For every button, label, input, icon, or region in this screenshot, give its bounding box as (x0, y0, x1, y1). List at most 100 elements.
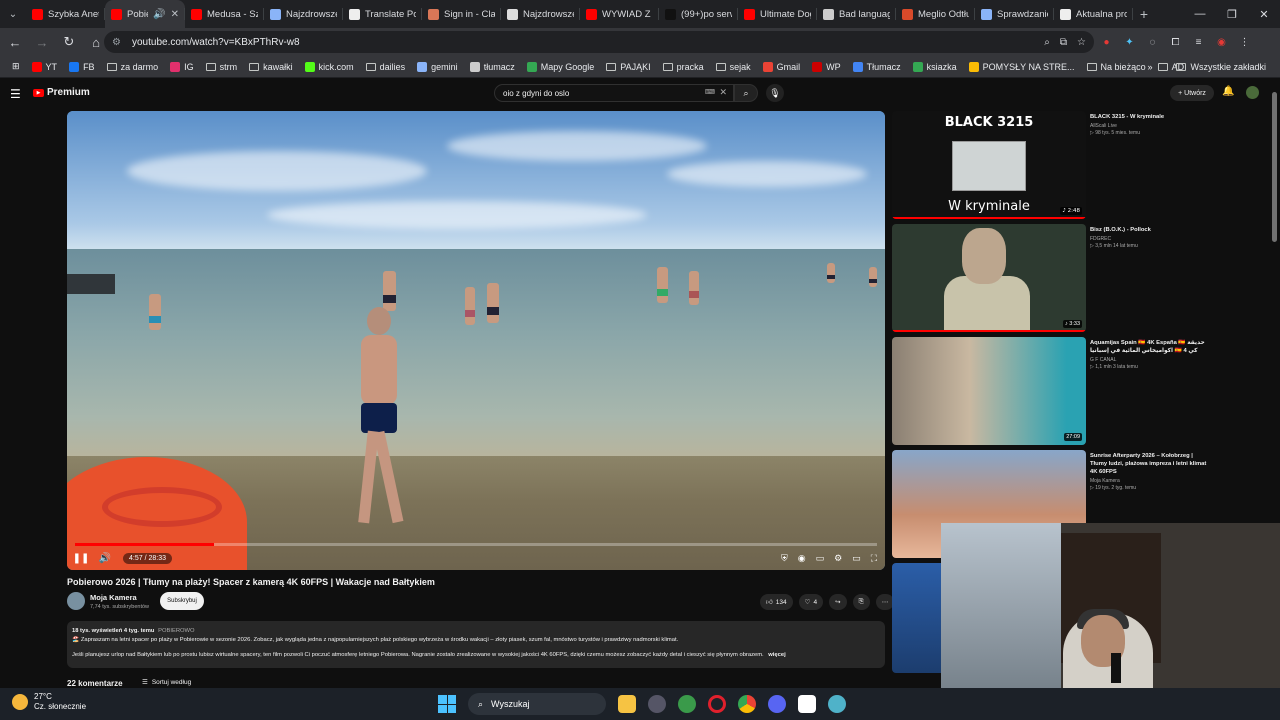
bookmark-item[interactable]: za darmo (101, 56, 165, 78)
tab-audio-icon[interactable]: 🔊 (153, 9, 165, 20)
globe-icon[interactable] (828, 695, 846, 713)
zoom-icon[interactable]: ⌕ (1044, 37, 1050, 48)
browser-tab[interactable]: Bad language (817, 0, 896, 28)
recommendation-channel[interactable]: Moja Kamera (1090, 478, 1210, 484)
more-bookmarks-icon[interactable]: » (1147, 62, 1152, 72)
bookmark-item[interactable]: tłumacz (464, 56, 521, 78)
volume-icon[interactable]: 🔊 (95, 549, 115, 569)
channel-name[interactable]: Moja Kamera (90, 593, 137, 602)
install-icon[interactable]: ⧉ (1060, 37, 1067, 48)
vpn-icon[interactable] (678, 695, 696, 713)
bookmark-item[interactable]: FB (63, 56, 101, 78)
recommendation-thumbnail[interactable]: ♪ 3:33 (892, 224, 1086, 332)
fullscreen-icon[interactable]: ⛶ (871, 553, 877, 564)
browser-tab[interactable]: Najzdrowsze (264, 0, 343, 28)
save-button[interactable]: ⎘ (852, 594, 870, 610)
tab-search-icon[interactable]: ⌄ (0, 0, 26, 28)
browser-tab[interactable]: Ultimate Dog (738, 0, 817, 28)
browser-tab[interactable]: Szybka Aneta (26, 0, 105, 28)
recommendation-thumbnail[interactable]: BLACK 3215 W kryminale ♪ 2:48 (892, 111, 1086, 219)
settings-icon[interactable]: ⚙ (834, 553, 842, 564)
bookmark-item[interactable]: Mapy Google (521, 56, 601, 78)
bookmark-item[interactable]: YT (26, 56, 64, 78)
reload-icon[interactable]: ↻ (57, 30, 81, 54)
recommendation-title[interactable]: Aquamijas Spain 🇪🇸 4K España 🇪🇸 حديقة اك… (1090, 339, 1210, 355)
dislike-button[interactable]: ♡ 4 (798, 594, 824, 610)
browser-tab[interactable]: WYWIAD Z M (580, 0, 659, 28)
account-avatar[interactable] (1246, 86, 1259, 99)
browser-tab[interactable]: Aktualna pro (1054, 0, 1133, 28)
bookmark-item[interactable]: kawałki (243, 56, 299, 78)
all-bookmarks-button[interactable]: Wszystkie zakładki (1170, 56, 1272, 78)
browser-tab[interactable]: Pobie 🔊 ✕ (105, 0, 185, 28)
ad-block-icon[interactable]: ⛨ (781, 553, 788, 564)
like-button[interactable]: 👍︎ 134 (760, 594, 793, 610)
record-extension-icon[interactable]: ● (1100, 36, 1113, 49)
back-icon[interactable]: ← (3, 30, 27, 54)
browser-tab[interactable]: Translate Pol (343, 0, 422, 28)
opera-icon[interactable] (708, 695, 726, 713)
video-description[interactable]: 18 tys. wyświetleń 4 tyg. temu POBIEROWO… (67, 621, 885, 668)
profile-icon[interactable]: ◉ (1215, 36, 1228, 49)
sort-comments-button[interactable]: ☰ Sortuj według (142, 678, 191, 687)
bookmark-item[interactable]: Tłumacz (847, 56, 907, 78)
video-progress-bar[interactable] (75, 543, 877, 546)
bookmark-item[interactable]: dailies (360, 56, 412, 78)
bookmark-item[interactable]: Gmail (757, 56, 807, 78)
pause-icon[interactable]: ❚❚ (71, 549, 91, 569)
bookmark-item[interactable]: IG (164, 56, 200, 78)
chrome-icon[interactable] (738, 695, 756, 713)
subtitles-icon[interactable]: ▭ (816, 553, 825, 564)
notes-icon[interactable] (798, 695, 816, 713)
share-button[interactable]: ↪ (829, 594, 847, 610)
search-input[interactable]: oio z gdyni do oslo ⌨ ✕ (494, 84, 734, 102)
bookmark-item[interactable]: sejak (710, 56, 757, 78)
theater-mode-icon[interactable]: ▭ (852, 553, 861, 564)
discord-icon[interactable] (768, 695, 786, 713)
channel-avatar[interactable] (67, 592, 85, 610)
bookmark-item[interactable]: gemini (411, 56, 464, 78)
minimize-icon[interactable]: — (1184, 0, 1216, 28)
browser-tab[interactable]: (99+)po serw (659, 0, 738, 28)
extension-icon[interactable]: ◌ (1146, 36, 1159, 49)
bookmark-item[interactable]: strm (200, 56, 244, 78)
recommendation-item[interactable]: ♪ 3:33 Bisz (B.O.K.) - Pollock FDGREC ▷ … (892, 224, 1272, 332)
hashtag[interactable]: POBIEROWO (158, 628, 194, 634)
youtube-logo[interactable]: ▶ Premium (33, 87, 90, 98)
windows-start-icon[interactable] (438, 695, 456, 713)
browser-tab[interactable]: Sign in - Clau (422, 0, 501, 28)
recommendation-item[interactable]: BLACK 3215 W kryminale ♪ 2:48 BLACK 3215… (892, 111, 1272, 219)
search-button[interactable]: ⌕ (734, 84, 758, 102)
menu-icon[interactable]: ☰ (10, 87, 21, 101)
taskbar-search[interactable]: ⌕ Wyszukaj (468, 693, 606, 715)
file-explorer-icon[interactable] (618, 695, 636, 713)
recommendation-thumbnail[interactable]: 27:09 (892, 337, 1086, 445)
browser-tab[interactable]: Medusa - Sza (185, 0, 264, 28)
bookmark-item[interactable]: WP (806, 56, 847, 78)
clear-search-icon[interactable]: ✕ (719, 87, 727, 98)
address-bar[interactable]: ⚙ youtube.com/watch?v=KBxPThRv-w8 ⌕ ⧉ ☆ (104, 31, 1094, 53)
apps-icon[interactable]: ⊞ (6, 56, 26, 78)
autoplay-toggle-icon[interactable]: ◉ (798, 553, 806, 564)
recommendation-item[interactable]: 27:09 Aquamijas Spain 🇪🇸 4K España 🇪🇸 حد… (892, 337, 1272, 445)
recommendation-channel[interactable]: AllScali Live (1090, 123, 1210, 129)
bookmark-item[interactable]: pracka (657, 56, 710, 78)
bookmark-item[interactable]: POMYSŁY NA STRE... (963, 56, 1081, 78)
bookmark-item[interactable]: kick.com (299, 56, 360, 78)
extensions-puzzle-icon[interactable]: ⧠ (1169, 36, 1182, 49)
bookmark-star-icon[interactable]: ☆ (1077, 37, 1086, 48)
recommendation-title[interactable]: Bisz (B.O.K.) - Pollock (1090, 226, 1210, 234)
recommendation-channel[interactable]: FDGREC (1090, 236, 1210, 242)
recommendation-channel[interactable]: G F CANAL (1090, 357, 1210, 363)
bookmark-item[interactable]: PAJĄKI (600, 56, 656, 78)
notifications-icon[interactable]: 🔔 (1222, 86, 1234, 97)
create-button[interactable]: + Utwórz (1170, 85, 1214, 101)
show-more-link[interactable]: więcej (768, 652, 785, 658)
browser-tab[interactable]: Sprawdzanie (975, 0, 1054, 28)
page-scrollbar[interactable] (1272, 92, 1277, 242)
forward-icon[interactable]: → (30, 30, 54, 54)
subscribe-button[interactable]: Subskrybuj (160, 592, 204, 610)
close-window-icon[interactable]: ✕ (1248, 0, 1280, 28)
bookmark-item[interactable]: ksiazka (907, 56, 963, 78)
browser-tab[interactable]: Najzdrowsze (501, 0, 580, 28)
